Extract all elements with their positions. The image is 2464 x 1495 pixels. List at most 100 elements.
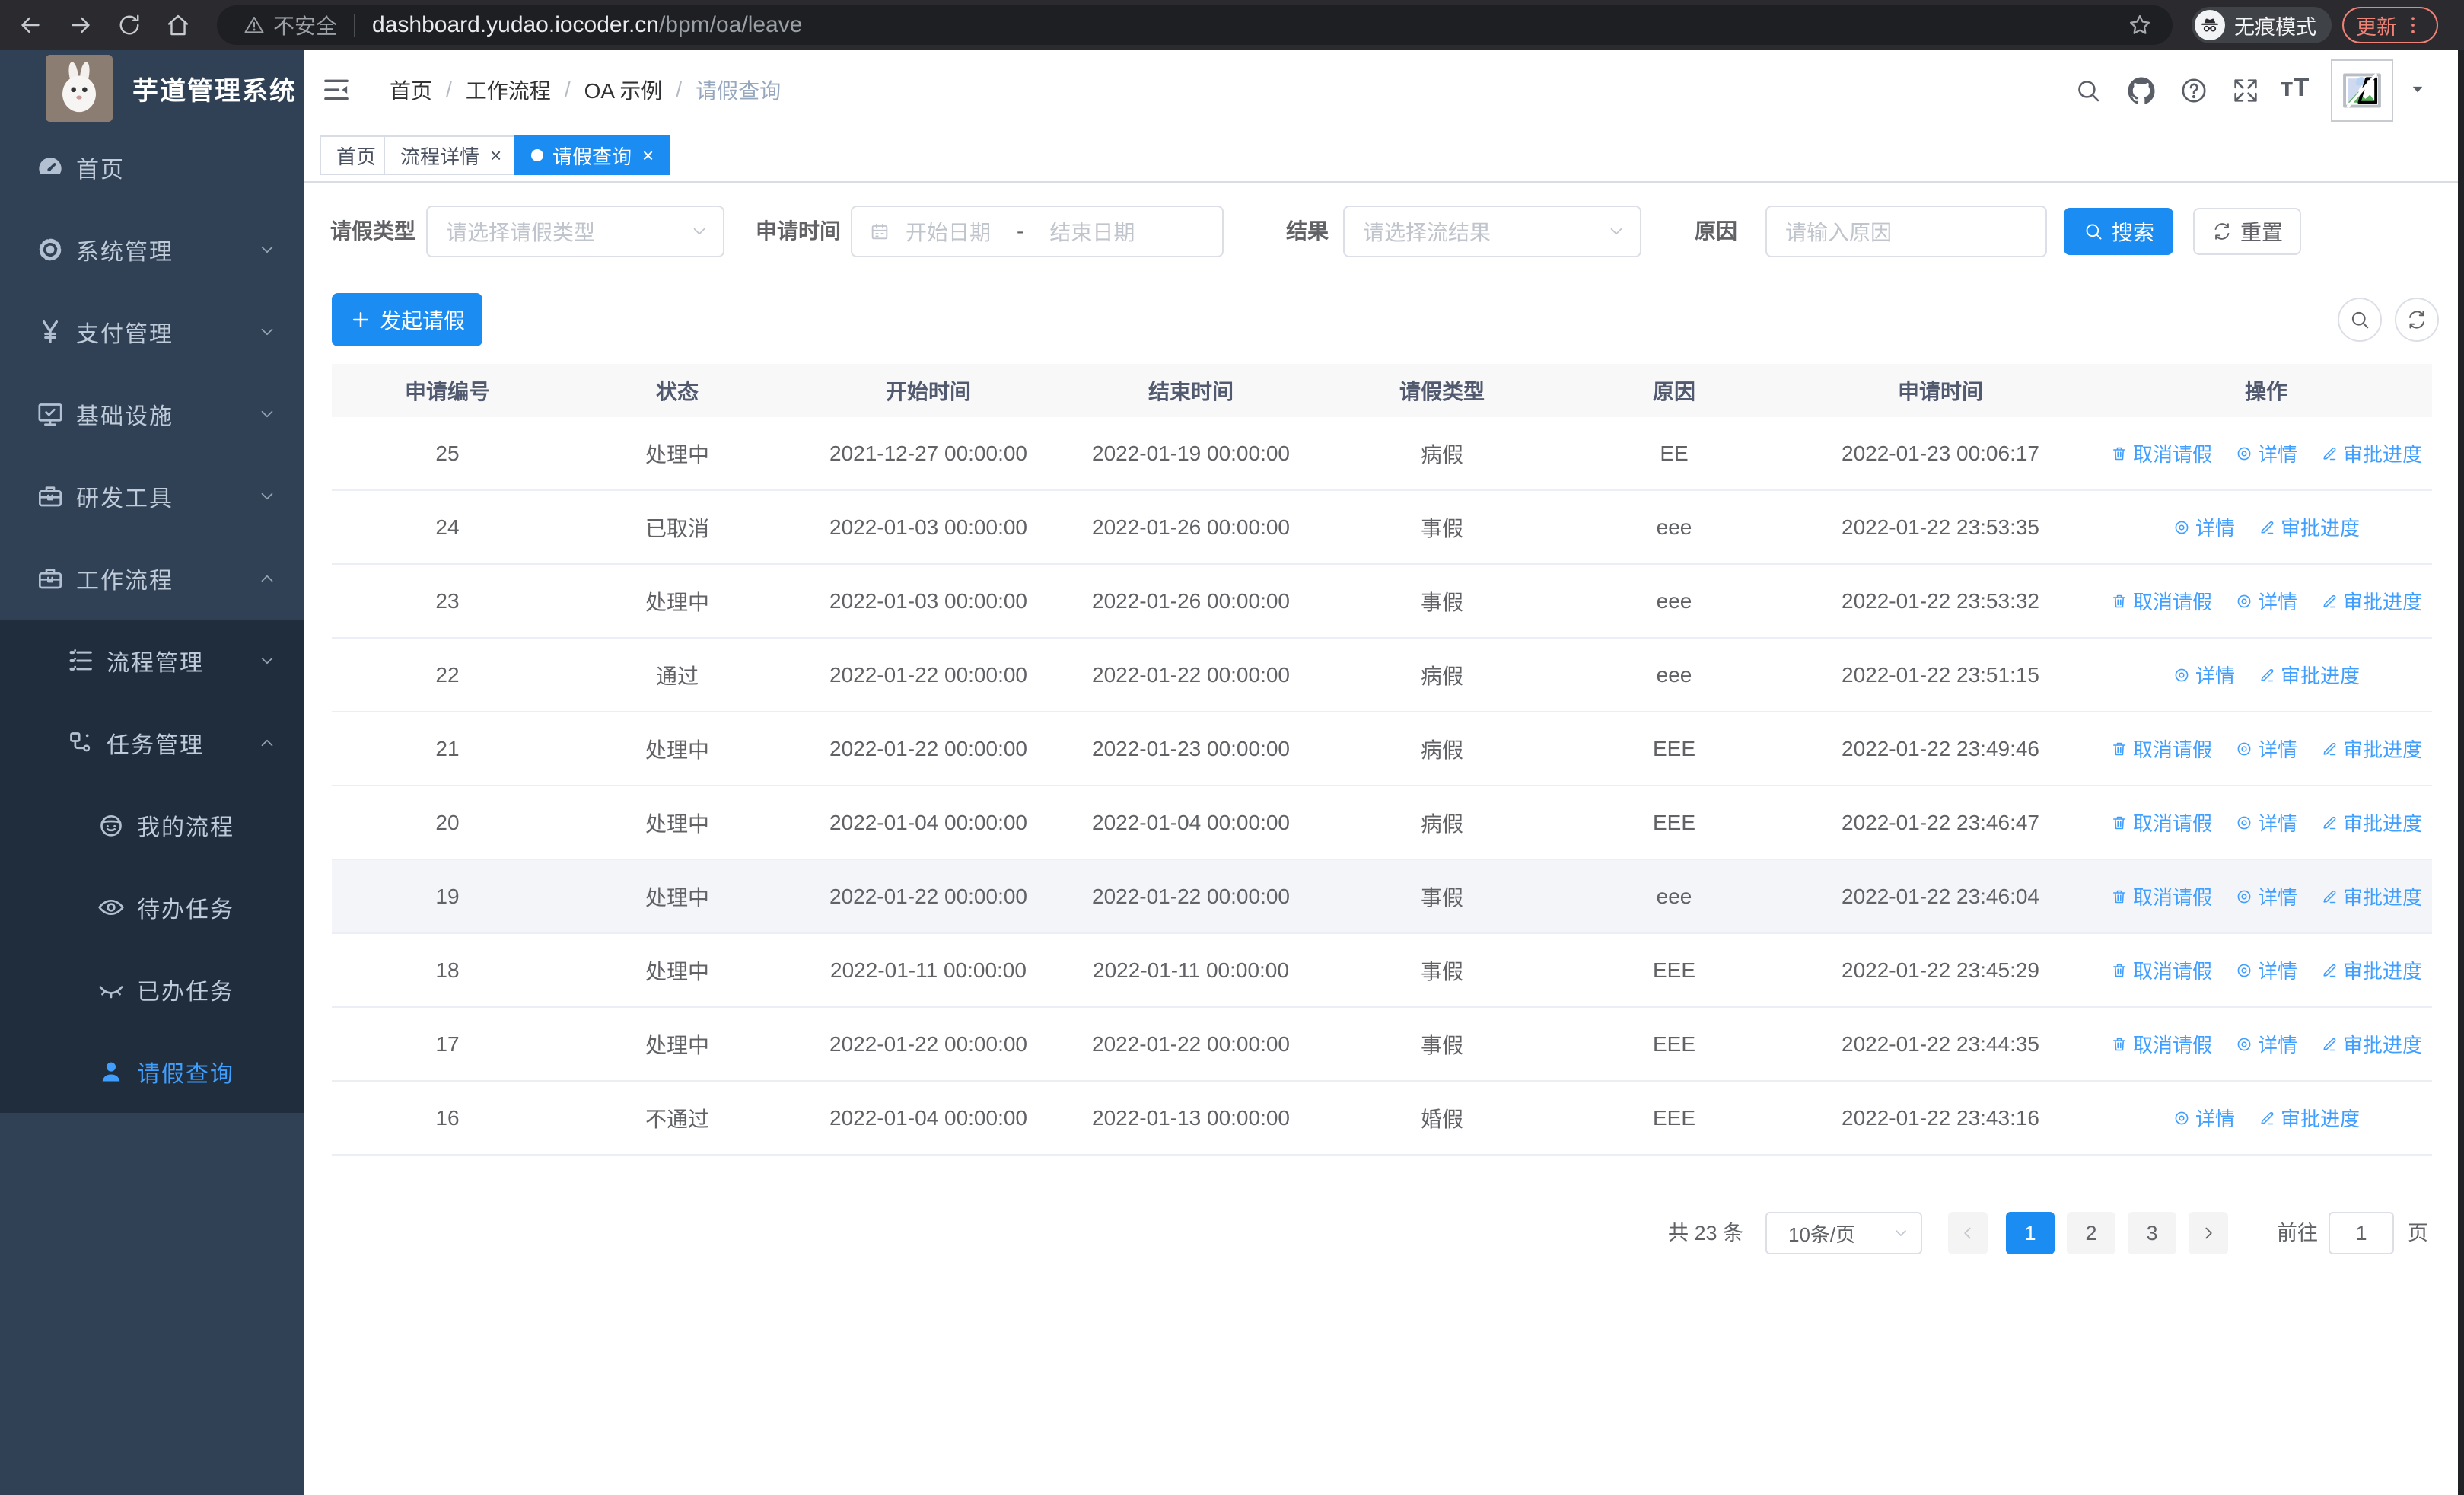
sidebar-item-task-management[interactable]: 任务管理 [0,702,304,784]
font-size-icon[interactable]: ᴛT [2281,73,2309,103]
sidebar-item-workflow[interactable]: 工作流程 [0,537,304,620]
action-detail-link[interactable]: 详情 [2235,956,2297,984]
sidebar-item-label: 首页 [76,158,125,183]
action-label: 取消请假 [2132,886,2212,909]
action-detail-link[interactable]: 详情 [2235,439,2297,467]
browser-back-icon[interactable] [17,11,44,39]
action-detail-link[interactable]: 详情 [2235,808,2297,837]
sidebar-item-infrastructure[interactable]: 基础设施 [0,373,304,455]
sidebar-item-payment-management[interactable]: 支付管理 [0,291,304,373]
tab-close-icon[interactable]: × [642,144,654,167]
cell-status: 处理中 [645,885,709,910]
action-progress-link[interactable]: 审批进度 [2258,1104,2360,1132]
sidebar-item-process-management[interactable]: 流程管理 [0,620,304,702]
cell-actions: 取消请假 详情 审批进度 [2100,439,2432,467]
user-menu-caret-icon[interactable] [2406,78,2429,100]
action-progress-link[interactable]: 审批进度 [2320,735,2422,763]
search-button[interactable]: 搜索 [2064,208,2173,255]
result-select[interactable]: 请选择流结果 [1343,206,1641,257]
action-label: 取消请假 [2132,960,2212,983]
browser-menu-dots-icon[interactable] [2402,14,2424,37]
browser-reload-icon[interactable] [116,11,143,39]
goto-page-input[interactable]: 1 [2329,1212,2394,1254]
tab-leave-query[interactable]: 请假查询 × [514,135,671,175]
action-detail-link[interactable]: 详情 [2235,587,2297,615]
create-leave-button[interactable]: 发起请假 [332,293,482,346]
browser-update-button[interactable]: 更新 [2342,7,2438,43]
reset-button[interactable]: 重置 [2193,208,2301,255]
cell-reason: EEE [1652,736,1696,760]
action-progress-link[interactable]: 审批进度 [2258,513,2360,541]
sidebar-item-home[interactable]: 首页 [0,126,304,209]
tab-process-detail[interactable]: 流程详情 × [384,135,519,175]
action-cancel-link[interactable]: 取消请假 [2110,735,2212,763]
github-icon[interactable] [2125,75,2157,107]
action-detail-link[interactable]: 详情 [2173,1104,2235,1132]
browser-forward-icon[interactable] [67,11,94,39]
start-date-placeholder[interactable]: 开始日期 [906,216,991,247]
filter-apply-time-label: 申请时间 [755,219,841,243]
page-button-3[interactable]: 3 [2128,1212,2176,1254]
prev-page-button[interactable] [1948,1212,1988,1254]
sidebar-item-dev-tools[interactable]: 研发工具 [0,455,304,537]
sidebar-item-leave-query[interactable]: 请假查询 [0,1031,304,1113]
row-actions: 详情 审批进度 [2100,513,2432,541]
edit-icon [2320,445,2338,463]
action-detail-link[interactable]: 详情 [2235,1030,2297,1058]
action-cancel-link[interactable]: 取消请假 [2110,1030,2212,1058]
fullscreen-icon[interactable] [2230,75,2261,106]
reason-input[interactable]: 请输入原因 [1765,206,2047,257]
table-search-toggle-button[interactable] [2338,298,2382,342]
table-refresh-button[interactable] [2395,298,2439,342]
apply-time-range-picker[interactable]: 开始日期 - 结束日期 [851,206,1224,257]
action-progress-link[interactable]: 审批进度 [2320,808,2422,837]
cell-apply_time: 2022-01-22 23:49:46 [1842,736,2039,760]
action-label: 详情 [2257,812,2297,835]
sidebar-item-system-management[interactable]: 系统管理 [0,209,304,291]
sidebar-collapse-icon[interactable] [321,75,352,105]
page-button-2[interactable]: 2 [2067,1212,2115,1254]
action-progress-link[interactable]: 审批进度 [2258,661,2360,689]
action-cancel-link[interactable]: 取消请假 [2110,882,2212,910]
action-progress-link[interactable]: 审批进度 [2320,439,2422,467]
end-date-placeholder[interactable]: 结束日期 [1049,216,1135,247]
next-page-button[interactable] [2189,1212,2228,1254]
cell-start: 2022-01-04 00:00:00 [829,1105,1027,1130]
user-avatar[interactable] [2331,59,2393,122]
bookmark-star-icon[interactable] [2127,12,2153,38]
action-cancel-link[interactable]: 取消请假 [2110,439,2212,467]
action-progress-link[interactable]: 审批进度 [2320,587,2422,615]
action-cancel-link[interactable]: 取消请假 [2110,956,2212,984]
page-size-select[interactable]: 10条/页 [1765,1212,1922,1254]
action-detail-link[interactable]: 详情 [2235,882,2297,910]
breadcrumb-home[interactable]: 首页 [390,75,432,105]
action-progress-link[interactable]: 审批进度 [2320,1030,2422,1058]
address-bar[interactable]: 不安全 dashboard.yudao.iocoder.cn/bpm/oa/le… [217,5,2173,45]
action-cancel-link[interactable]: 取消请假 [2110,808,2212,837]
breadcrumb-oa-example[interactable]: OA 示例 [584,75,663,105]
sidebar-item-todo-tasks[interactable]: 待办任务 [0,866,304,948]
cell-apply_time: 2022-01-22 23:46:04 [1842,884,2039,908]
sidebar-item-done-tasks[interactable]: 已办任务 [0,948,304,1031]
edit-icon [2320,888,2338,906]
sidebar-item-my-processes[interactable]: 我的流程 [0,784,304,866]
tab-close-icon[interactable]: × [490,144,501,167]
action-progress-link[interactable]: 审批进度 [2320,882,2422,910]
leave-type-select[interactable]: 请选择请假类型 [426,206,724,257]
header-search-icon[interactable] [2074,76,2103,105]
action-cancel-link[interactable]: 取消请假 [2110,587,2212,615]
action-detail-link[interactable]: 详情 [2173,513,2235,541]
action-detail-link[interactable]: 详情 [2235,735,2297,763]
cell-id: 17 [435,1031,460,1056]
tab-home[interactable]: 首页 [320,135,393,175]
action-label: 详情 [2195,1108,2235,1130]
browser-home-icon[interactable] [164,11,192,39]
action-detail-link[interactable]: 详情 [2173,661,2235,689]
page-scrollbar[interactable] [2458,50,2464,1495]
help-icon[interactable] [2179,75,2209,106]
page-button-1[interactable]: 1 [2006,1212,2055,1254]
breadcrumb-workflow[interactable]: 工作流程 [466,75,551,105]
action-progress-link[interactable]: 审批进度 [2320,956,2422,984]
search-icon [2348,308,2371,331]
chevron-left-icon [1958,1223,1978,1243]
